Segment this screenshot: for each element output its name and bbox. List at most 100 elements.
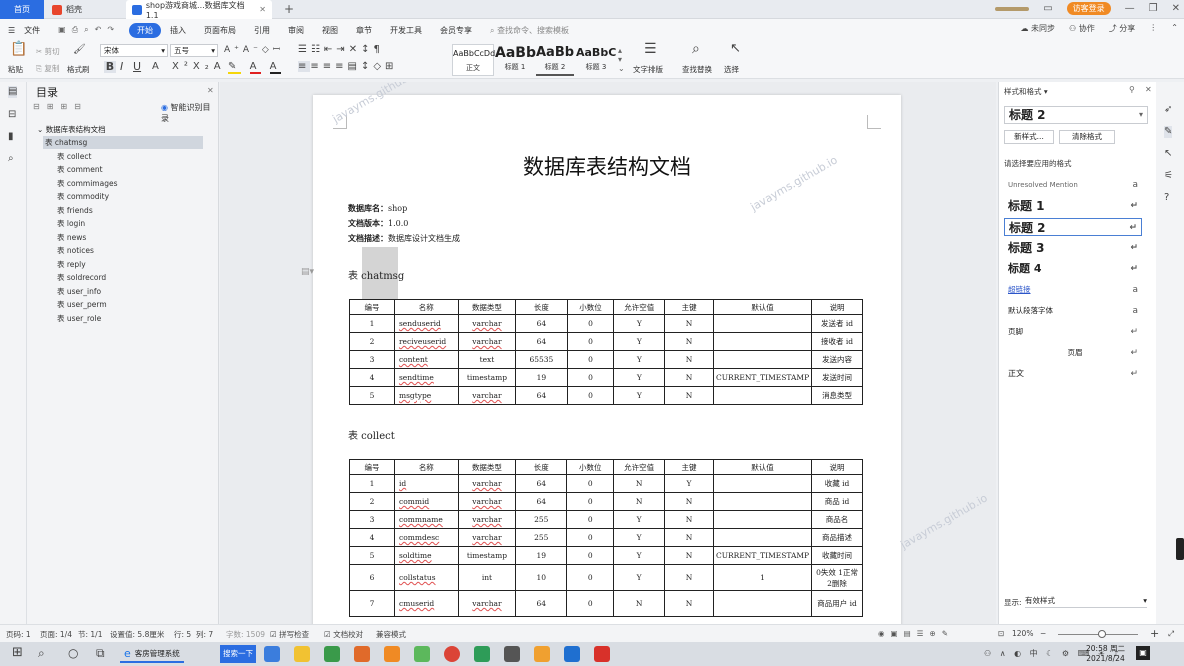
clear-format-button[interactable]: 清除格式 [1059, 130, 1115, 144]
windows-start-icon[interactable]: ⊞ [12, 646, 23, 659]
app-icon[interactable] [354, 646, 370, 662]
outline-item[interactable]: 表 soldrecord [55, 271, 215, 284]
list-icons[interactable]: ☰☷⇤⇥✕↕¶ [298, 44, 384, 56]
close-window-icon[interactable]: ✕ [1172, 3, 1180, 14]
zoom-out-icon[interactable]: − [1040, 629, 1046, 638]
outline-item[interactable]: 表 notices [55, 244, 215, 257]
collab-button[interactable]: ⚇ 协作 [1069, 23, 1095, 34]
quick-access-icons[interactable]: ▣⎙⌕↶↷ [49, 25, 129, 35]
task-view-icon[interactable]: ⧉ [96, 647, 105, 659]
style-scroll-icon[interactable]: ▴ ▾ ⌄ [618, 46, 625, 73]
outline-item[interactable]: 表 commodity [55, 190, 215, 203]
alignment-icons[interactable]: ≡≡≡≡▤↕◇⊞ [298, 61, 397, 73]
new-style-button[interactable]: 新样式... [1004, 130, 1054, 144]
style-item-header[interactable]: 页眉 ↵ [1004, 344, 1142, 362]
style-item-heading2[interactable]: 标题 2 ↵ [1004, 218, 1142, 236]
style-brush-icon[interactable]: ✎ [1164, 126, 1173, 138]
style-item-default-font[interactable]: 默认段落字体 a [1004, 302, 1142, 320]
menu-reference[interactable]: 引用 [245, 25, 279, 36]
menu-chapter[interactable]: 章节 [347, 25, 381, 36]
spell-check-toggle[interactable]: ☑ 拼写检查 [270, 629, 309, 640]
close-panel-icon[interactable]: ✕ [1145, 85, 1152, 94]
italic-icon[interactable]: I [120, 61, 123, 73]
outline-item[interactable]: 表 commimages [55, 177, 215, 190]
login-button[interactable]: 访客登录 [1066, 2, 1111, 15]
folder-icon[interactable] [294, 646, 310, 662]
outline-item[interactable]: 表 comment [55, 163, 215, 176]
style-heading3[interactable]: AaBbC( 标题 3 [576, 44, 616, 76]
outline-tool-icons[interactable]: ⊟⊞⊞⊟ [33, 102, 88, 111]
nav-icon[interactable]: ⊟ [8, 109, 16, 121]
outline-item[interactable]: 表 login [55, 217, 215, 230]
format-painter-label[interactable]: 格式刷 [67, 64, 90, 75]
menu-insert[interactable]: 插入 [161, 25, 195, 36]
taskbar-search-button[interactable]: 搜索一下 [220, 645, 256, 663]
menu-file[interactable]: 文件 [24, 25, 49, 36]
share-button[interactable]: ⤴ 分享 [1109, 23, 1136, 34]
app-icon[interactable] [264, 646, 280, 662]
proof-toggle[interactable]: ☑ 文档校对 [324, 629, 363, 640]
tab-draft[interactable]: 稻壳 [46, 0, 124, 19]
close-tab-icon[interactable]: ✕ [259, 5, 266, 14]
color-icons[interactable]: ✎ A A [228, 61, 282, 74]
zoom-in-icon[interactable]: + [1150, 627, 1159, 640]
copy-button[interactable]: ⎘ 复制 [36, 63, 59, 74]
style-item-hyperlink[interactable]: 超链接 a [1004, 281, 1142, 299]
outline-item[interactable]: 表 friends [55, 204, 215, 217]
new-tab-icon[interactable]: + [284, 2, 294, 16]
fit-icon[interactable]: ⊡ [998, 629, 1004, 638]
tab-home[interactable]: 首页 [0, 0, 44, 19]
menu-vip[interactable]: 会员专享 [431, 25, 481, 36]
paragraph-handle-icon[interactable]: ▤▾ [301, 267, 314, 277]
find-replace-icon[interactable]: ⌕ [692, 42, 700, 56]
paste-icon[interactable]: 📋 [10, 42, 27, 56]
style-item-heading1[interactable]: 标题 1 ↵ [1004, 197, 1142, 215]
more-icon[interactable]: ⋮ [1149, 23, 1157, 34]
notification-icon[interactable]: ▣ [1136, 646, 1150, 660]
clock[interactable]: 20:58 周二 2021/8/24 [1086, 644, 1125, 664]
cursor-icon[interactable]: ↖ [1164, 148, 1172, 160]
command-search[interactable]: ⌕ 查找命令、搜索模板 [481, 25, 578, 36]
bold-icon[interactable]: B [104, 61, 116, 73]
menu-icon[interactable]: ☰ [0, 26, 24, 35]
app-icon[interactable] [414, 646, 430, 662]
app-icon[interactable] [534, 646, 550, 662]
minimize-icon[interactable]: — [1125, 3, 1135, 14]
select-cursor-icon[interactable]: ↖ [730, 42, 741, 55]
font-size-select[interactable]: 五号 ▾ [170, 44, 218, 57]
current-style-box[interactable]: 标题 2 ▾ [1004, 106, 1148, 124]
wps-icon[interactable] [594, 646, 610, 662]
cortana-icon[interactable]: ○ [68, 647, 78, 659]
outline-item[interactable]: 表 user_info [55, 285, 215, 298]
menu-layout[interactable]: 页面布局 [195, 25, 245, 36]
layout-icon[interactable]: ▭ [1043, 3, 1052, 14]
text-effects-icons[interactable]: A X²X₂A [152, 61, 226, 73]
menu-start[interactable]: 开始 [129, 22, 162, 38]
chrome-icon[interactable] [444, 646, 460, 662]
style-heading1[interactable]: AaBb 标题 1 [495, 44, 536, 76]
help-icon[interactable]: ? [1164, 192, 1169, 204]
rocket-icon[interactable]: ➶ [1164, 104, 1172, 116]
underline-icon[interactable]: U [133, 61, 141, 73]
app-icon[interactable] [504, 646, 520, 662]
outline-root[interactable]: ⌄ 数据库表结构文档 [37, 124, 106, 135]
restore-icon[interactable]: ❐ [1149, 3, 1158, 14]
outline-item[interactable]: 表 user_role [55, 312, 215, 325]
find-replace-label[interactable]: 查找替换 [682, 64, 712, 75]
taskbar-ie-app[interactable]: e 客房管理系统 [120, 645, 184, 663]
menu-review[interactable]: 审阅 [279, 25, 313, 36]
outline-item[interactable]: 表 collect [55, 150, 215, 163]
style-heading2[interactable]: AaBb( 标题 2 [536, 44, 574, 76]
menu-devtools[interactable]: 开发工具 [381, 25, 431, 36]
text-layout-icon[interactable]: ☰ [644, 42, 657, 56]
paste-label[interactable]: 粘贴 [8, 64, 23, 75]
outline-item-chatmsg[interactable]: 表 chatmsg [43, 136, 203, 149]
close-panel-icon[interactable]: ✕ [207, 86, 214, 95]
show-select[interactable]: 有效样式 ▾ [1025, 594, 1147, 608]
outline-item[interactable]: 表 user_perm [55, 298, 215, 311]
menu-view[interactable]: 视图 [313, 25, 347, 36]
font-size-tools[interactable]: A⁺A⁻◇ꟷ [224, 44, 284, 56]
cut-button[interactable]: ✂ 剪切 [36, 46, 60, 57]
zoom-slider-thumb[interactable] [1098, 630, 1106, 638]
style-item-unresolved-mention[interactable]: Unresolved Mention a [1004, 176, 1142, 194]
